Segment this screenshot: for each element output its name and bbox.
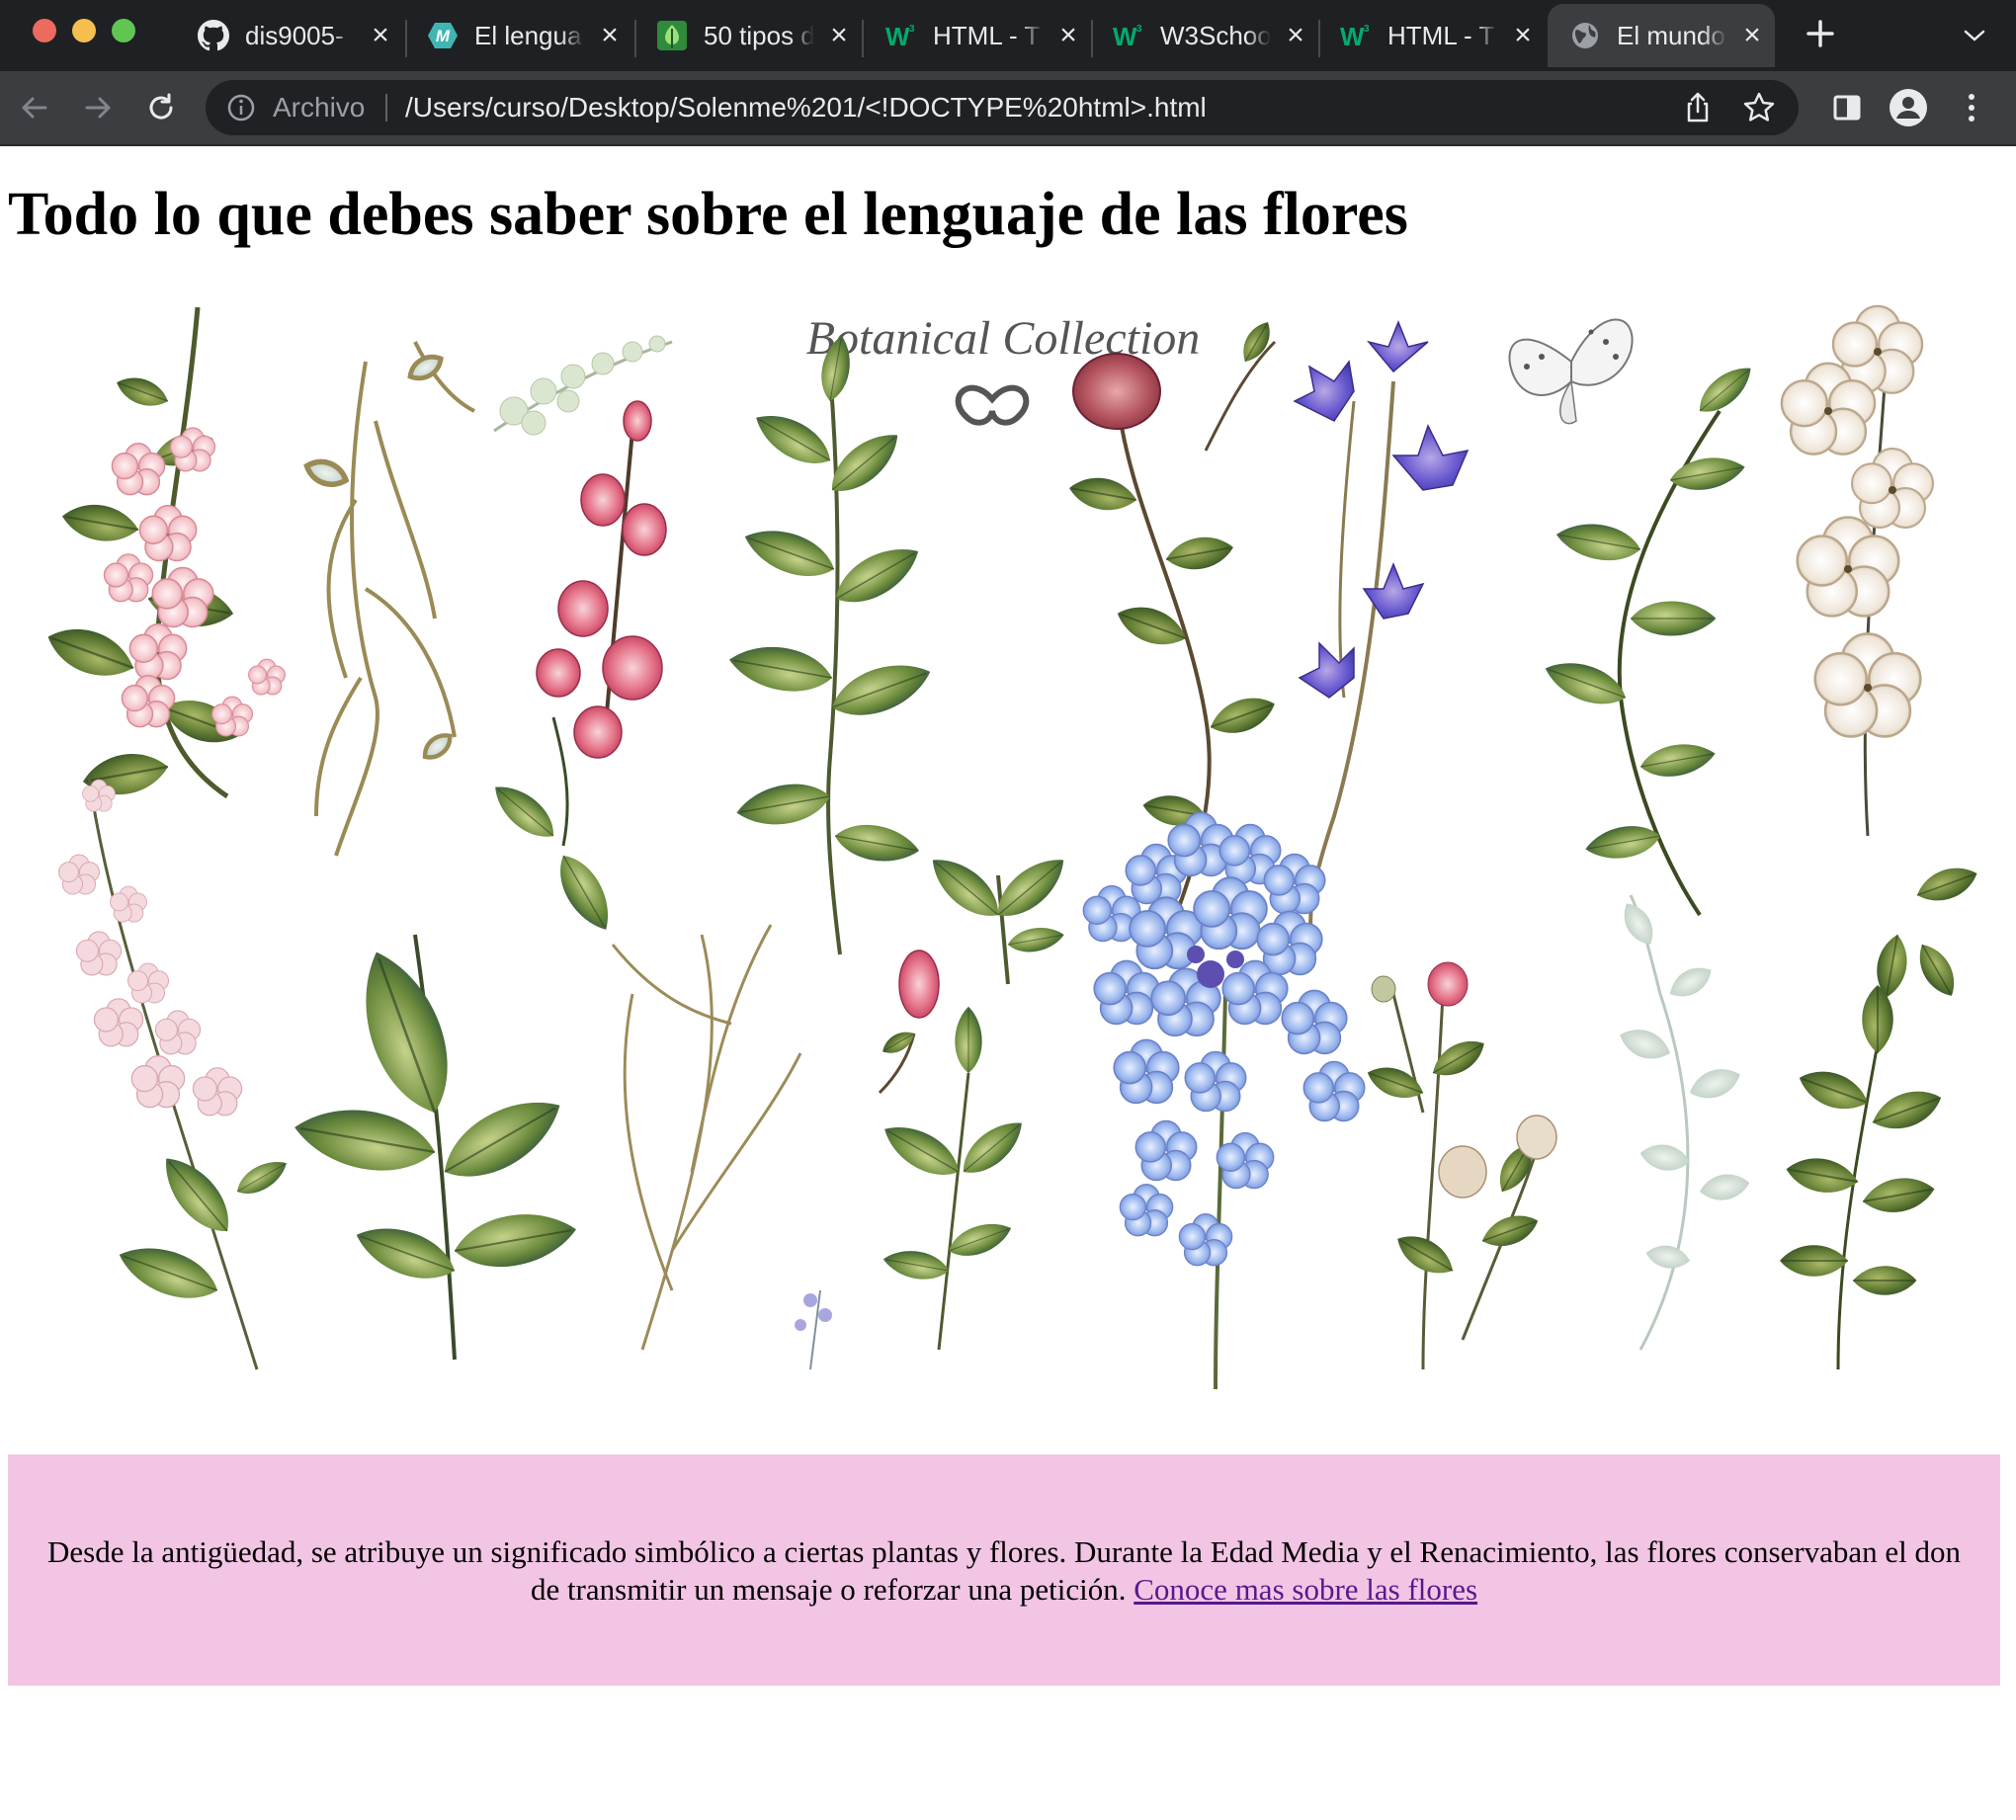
info-text: Desde la antigüedad, se atribuye un sign… [47, 1534, 1962, 1607]
info-paragraph: Desde la antigüedad, se atribuye un sign… [47, 1533, 1961, 1609]
github-icon [198, 20, 229, 51]
green-leaves [288, 716, 623, 1361]
tab-title: HTML - T [1387, 20, 1495, 50]
image-caption: Botanical Collection [806, 312, 1201, 365]
tab-separator [634, 20, 636, 57]
forget-me-nots [1082, 811, 1366, 1390]
tab-close-icon[interactable]: × [1737, 21, 1767, 50]
svg-text:W: W [1113, 22, 1137, 51]
wild-grass [611, 924, 802, 1351]
svg-text:M: M [436, 27, 451, 45]
svg-text:W: W [1340, 22, 1365, 51]
window-close-button[interactable] [33, 19, 56, 42]
more-vert-icon [1969, 94, 1974, 122]
reload-button[interactable] [138, 85, 184, 130]
tab-close-icon[interactable]: × [1508, 21, 1538, 50]
tab-strip: dis9005- × M El lengua × 50 tipos d × W3… [0, 0, 2016, 71]
cream-blossoms [1780, 304, 1983, 1004]
pink-flower-sprig [58, 776, 294, 1370]
tab-lenguaje[interactable]: M El lengua × [427, 4, 625, 67]
tab-50-tipos[interactable]: 50 tipos d × [656, 4, 854, 67]
green-leaves [1779, 984, 1948, 1370]
w3schools-icon: W3 [1340, 20, 1372, 51]
tab-separator [1318, 20, 1320, 57]
arrow-left-icon [22, 97, 47, 119]
tab-close-icon[interactable]: × [1053, 21, 1083, 50]
tab-html-2[interactable]: W3 HTML - T × [1340, 4, 1538, 67]
omnibox-divider [385, 94, 387, 122]
green-leaves [1539, 357, 1760, 917]
site-scheme-label: Archivo [273, 92, 366, 123]
address-bar[interactable]: Archivo /Users/curso/Desktop/Solenme%201… [206, 80, 1799, 135]
side-panel-button[interactable] [1824, 85, 1870, 130]
reload-icon [149, 93, 173, 120]
plus-icon [1806, 20, 1834, 47]
globe-icon [1569, 20, 1601, 51]
butterfly [1508, 318, 1634, 425]
new-tab-button[interactable] [1799, 12, 1842, 55]
svg-text:3: 3 [1136, 24, 1142, 35]
leaf-site-icon [656, 20, 688, 51]
tab-close-icon[interactable]: × [366, 21, 395, 50]
green-foliage [1615, 894, 1752, 1351]
tab-close-icon[interactable]: × [1281, 21, 1310, 50]
arrow-right-icon [85, 97, 111, 119]
tab-search-button[interactable] [1955, 14, 1994, 57]
tab-el-mundo[interactable]: El mundo × [1548, 4, 1775, 67]
green-leaves [920, 846, 1076, 985]
pink-flower-sprig [40, 306, 286, 802]
svg-text:3: 3 [909, 24, 915, 35]
heart-ornament [955, 384, 1030, 426]
tab-separator [862, 20, 864, 57]
window-minimize-button[interactable] [72, 19, 96, 42]
share-icon[interactable] [1680, 90, 1716, 125]
page-title: Todo lo que debes saber sobre el lenguaj… [8, 181, 1408, 248]
forward-button[interactable] [75, 85, 121, 130]
tab-github[interactable]: dis9005- × [198, 4, 395, 67]
info-section: Desde la antigüedad, se atribuye un sign… [8, 1454, 2000, 1686]
info-icon[interactable] [225, 92, 257, 124]
tab-title: HTML - T [933, 20, 1041, 50]
menu-button[interactable] [1949, 85, 1994, 130]
bookmark-star-icon[interactable] [1741, 90, 1777, 125]
tab-w3schools[interactable]: W3 W3Schoo × [1113, 4, 1310, 67]
pink-rosebuds [536, 400, 667, 759]
svg-text:3: 3 [1364, 24, 1370, 35]
chevron-down-icon [1964, 30, 1985, 41]
pink-rosebuds [878, 950, 940, 1095]
tab-title: 50 tipos d [704, 20, 814, 50]
site-m-icon: M [427, 20, 459, 51]
wild-grass [303, 341, 475, 857]
blue-bellflowers [1293, 319, 1470, 955]
green-foliage [724, 332, 939, 955]
window-zoom-button[interactable] [112, 19, 135, 42]
w3schools-icon: W3 [885, 20, 917, 51]
tab-close-icon[interactable]: × [595, 21, 625, 50]
profile-button[interactable] [1886, 85, 1931, 130]
tab-separator [405, 20, 407, 57]
botanical-image: Botanical Collection [40, 304, 1983, 1390]
tab-title: El lengua [474, 20, 582, 50]
browser-toolbar: Archivo /Users/curso/Desktop/Solenme%201… [0, 71, 2016, 146]
peonies [1362, 961, 1557, 1370]
tab-title: El mundo [1617, 20, 1725, 50]
w3schools-icon: W3 [1113, 20, 1144, 51]
tab-close-icon[interactable]: × [824, 21, 854, 50]
tab-title: W3Schoo [1160, 20, 1271, 50]
tab-title: dis9005- [245, 20, 344, 50]
back-button[interactable] [12, 85, 57, 130]
green-foliage [795, 1006, 1033, 1370]
profile-avatar-icon [1890, 89, 1927, 126]
tab-separator [1091, 20, 1093, 57]
tab-html-1[interactable]: W3 HTML - T × [885, 4, 1083, 67]
learn-more-link[interactable]: Conoce mas sobre las flores [1134, 1572, 1477, 1607]
svg-text:W: W [885, 22, 910, 51]
url-text[interactable]: /Users/curso/Desktop/Solenme%201/<!DOCTY… [405, 80, 1207, 135]
side-panel-icon [1833, 95, 1861, 121]
